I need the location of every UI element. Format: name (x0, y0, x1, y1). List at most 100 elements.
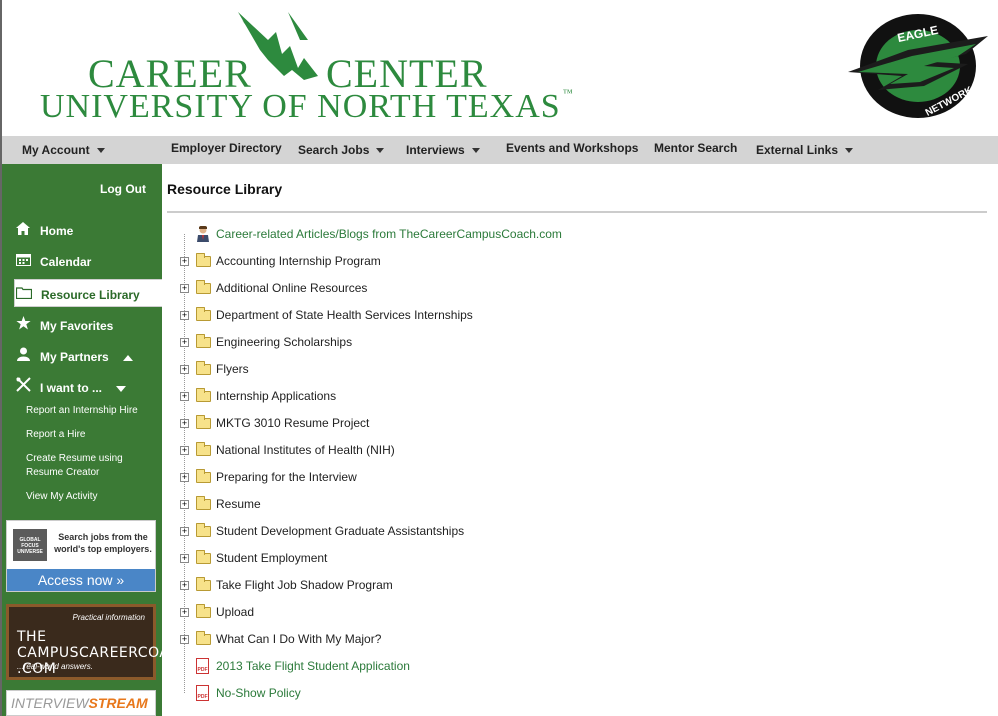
pdf-file-icon: PDF (196, 658, 209, 674)
tree-folder-row[interactable]: + Department of State Health Services Int… (178, 305, 878, 332)
tree-item-label[interactable]: Engineering Scholarships (216, 335, 352, 349)
tree-file-row[interactable]: PDF 2013 Take Flight Student Application (178, 656, 878, 683)
nav-interviews-label: Interviews (406, 143, 465, 157)
expand-plus-icon[interactable]: + (180, 419, 189, 428)
nav-external-links[interactable]: External Links (756, 136, 854, 164)
sidebar-item-i-want-to[interactable]: I want to ... (14, 373, 164, 401)
expand-plus-icon[interactable]: + (180, 392, 189, 401)
title-divider (167, 211, 987, 213)
site-header: CAREER CENTER UNIVERSITY OF NORTH TEXAS ™… (0, 0, 998, 136)
tree-item-label[interactable]: Career-related Articles/Blogs from TheCa… (216, 227, 562, 241)
nav-events-workshops[interactable]: Events and Workshops (506, 134, 638, 162)
trademark-mark: ™ (562, 88, 574, 99)
folder-icon (196, 523, 211, 537)
tree-item-label[interactable]: Internship Applications (216, 389, 336, 403)
tree-folder-row[interactable]: + Student Development Graduate Assistants… (178, 521, 878, 548)
tree-folder-row[interactable]: + Flyers (178, 359, 878, 386)
view-my-activity-link[interactable]: View My Activity (26, 490, 158, 504)
eagle-network-logo[interactable]: EAGLE NETWORK (838, 10, 998, 122)
expand-plus-icon[interactable]: + (180, 311, 189, 320)
sidebar-item-calendar[interactable]: Calendar (14, 247, 164, 275)
sidebar-item-my-partners[interactable]: My Partners (14, 342, 164, 370)
tree-file-row[interactable]: PDF No-Show Policy (178, 683, 878, 710)
expand-plus-icon[interactable]: + (180, 527, 189, 536)
chevron-up-icon (122, 354, 133, 361)
nav-interviews[interactable]: Interviews (406, 136, 480, 164)
tree-item-label[interactable]: Student Development Graduate Assistantsh… (216, 524, 464, 538)
tree-folder-row[interactable]: + MKTG 3010 Resume Project (178, 413, 878, 440)
tree-item-label[interactable]: 2013 Take Flight Student Application (216, 659, 410, 673)
expand-plus-icon[interactable]: + (180, 365, 189, 374)
folder-icon (196, 604, 211, 618)
tree-folder-row[interactable]: + Preparing for the Interview (178, 467, 878, 494)
sidebar-item-resource-library[interactable]: Resource Library (14, 279, 164, 307)
tree-item-label[interactable]: Flyers (216, 362, 249, 376)
folder-icon (196, 307, 211, 321)
logo-university-text: UNIVERSITY OF NORTH TEXAS ™ (40, 88, 574, 126)
global-focus-ad[interactable]: GLOBAL FOCUS UNIVERSE Search jobs from t… (6, 520, 156, 592)
folder-icon (196, 415, 211, 429)
tools-icon (14, 373, 32, 401)
tree-item-label[interactable]: Resume (216, 497, 261, 511)
nav-my-account[interactable]: My Account (22, 136, 105, 164)
chevron-down-icon (845, 148, 854, 154)
folder-icon (196, 361, 211, 375)
tree-folder-row[interactable]: + Additional Online Resources (178, 278, 878, 305)
tree-folder-row[interactable]: + Upload (178, 602, 878, 629)
expand-plus-icon[interactable]: + (180, 257, 189, 266)
tree-folder-row[interactable]: + Internship Applications (178, 386, 878, 413)
tree-item-label[interactable]: Take Flight Job Shadow Program (216, 578, 393, 592)
nav-search-jobs[interactable]: Search Jobs (298, 136, 385, 164)
tree-folder-row[interactable]: + Resume (178, 494, 878, 521)
tree-folder-row[interactable]: + Engineering Scholarships (178, 332, 878, 359)
tree-item-label[interactable]: Department of State Health Services Inte… (216, 308, 473, 322)
folder-icon (196, 388, 211, 402)
expand-plus-icon[interactable]: + (180, 473, 189, 482)
sidebar-item-label: Calendar (40, 255, 92, 269)
chevron-down-icon (376, 148, 385, 154)
tree-folder-row[interactable]: + Student Employment (178, 548, 878, 575)
tree-item-label[interactable]: MKTG 3010 Resume Project (216, 416, 369, 430)
expand-plus-icon[interactable]: + (180, 581, 189, 590)
tree-folder-row[interactable]: + Accounting Internship Program (178, 251, 878, 278)
logout-link[interactable]: Log Out (100, 182, 146, 196)
sidebar-item-home[interactable]: Home (14, 216, 164, 244)
career-center-logo[interactable]: CAREER CENTER UNIVERSITY OF NORTH TEXAS ™ (38, 10, 573, 130)
report-hire-link[interactable]: Report a Hire (26, 428, 158, 442)
report-internship-hire-link[interactable]: Report an Internship Hire (26, 404, 158, 418)
folder-icon (196, 253, 211, 267)
global-focus-logo: GLOBAL FOCUS UNIVERSE (13, 529, 47, 561)
tree-item-label[interactable]: Preparing for the Interview (216, 470, 357, 484)
star-icon (14, 311, 32, 339)
expand-plus-icon[interactable]: + (180, 635, 189, 644)
logo-university-name: UNIVERSITY OF NORTH TEXAS (40, 88, 561, 125)
tree-folder-row[interactable]: + Take Flight Job Shadow Program (178, 575, 878, 602)
access-now-button[interactable]: Access now » (7, 569, 155, 591)
expand-plus-icon[interactable]: + (180, 554, 189, 563)
left-sidebar: Log Out Home Calendar Resource Library M… (0, 164, 190, 716)
tree-folder-row[interactable]: + National Institutes of Health (NIH) (178, 440, 878, 467)
tree-item-label[interactable]: No-Show Policy (216, 686, 301, 700)
expand-plus-icon[interactable]: + (180, 608, 189, 617)
person-link-icon (197, 226, 209, 242)
sidebar-item-my-favorites[interactable]: My Favorites (14, 311, 164, 339)
tree-item-label[interactable]: Student Employment (216, 551, 327, 565)
nav-mentor-search[interactable]: Mentor Search (654, 134, 737, 162)
expand-plus-icon[interactable]: + (180, 338, 189, 347)
nav-employer-directory[interactable]: Employer Directory (171, 134, 282, 162)
campus-career-coach-ad[interactable]: Practical information THE CAMPUSCAREERCO… (6, 604, 190, 680)
person-icon (14, 342, 32, 370)
home-icon (14, 216, 32, 244)
expand-plus-icon[interactable]: + (180, 284, 189, 293)
tree-file-row[interactable]: Career-related Articles/Blogs from TheCa… (178, 224, 878, 251)
create-resume-link[interactable]: Create Resume using Resume Creator (26, 452, 136, 480)
tree-item-label[interactable]: What Can I Do With My Major? (216, 632, 381, 646)
tree-folder-row[interactable]: + What Can I Do With My Major? (178, 629, 878, 656)
expand-plus-icon[interactable]: + (180, 446, 189, 455)
tree-item-label[interactable]: Accounting Internship Program (216, 254, 381, 268)
expand-plus-icon[interactable]: + (180, 500, 189, 509)
tree-item-label[interactable]: National Institutes of Health (NIH) (216, 443, 395, 457)
tree-item-label[interactable]: Additional Online Resources (216, 281, 367, 295)
tree-item-label[interactable]: Upload (216, 605, 254, 619)
interview-stream-ad[interactable]: INTERVIEWSTREAM (6, 690, 156, 716)
